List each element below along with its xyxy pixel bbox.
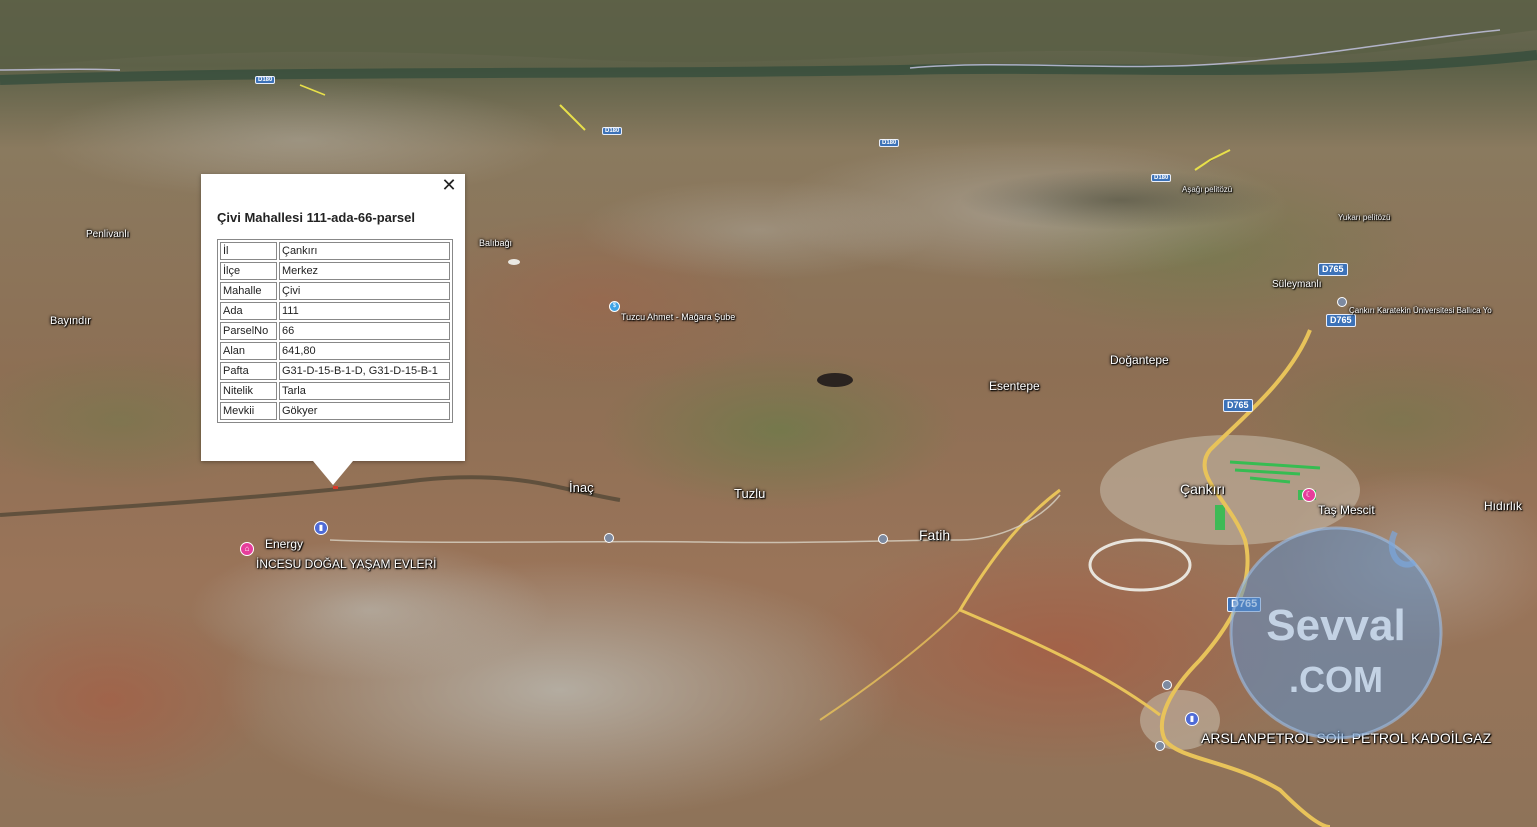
attribute-value: 641,80: [279, 342, 450, 360]
road-shield-d765: D765: [1326, 314, 1356, 327]
popup-title: Çivi Mahallesi 111-ada-66-parsel: [217, 210, 415, 225]
table-row: ParselNo 66: [220, 322, 450, 340]
parcel-info-popup: ✕ Çivi Mahallesi 111-ada-66-parsel İl Çan…: [201, 174, 465, 461]
attribute-key: Mevkii: [220, 402, 277, 420]
lodging-poi-icon[interactable]: ⌂: [240, 542, 254, 556]
road-shield-d180: D180: [879, 139, 900, 147]
place-marker-icon[interactable]: [878, 534, 888, 544]
gas-station-poi-icon[interactable]: ▮: [314, 521, 328, 535]
bank-poi-icon[interactable]: $: [609, 301, 620, 312]
attribute-value: Tarla: [279, 382, 450, 400]
place-label-suleymanli: Süleymanlı: [1272, 279, 1322, 290]
road-shield-d180: D180: [602, 127, 623, 135]
attribute-key: Pafta: [220, 362, 277, 380]
attribute-value: 111: [279, 302, 450, 320]
place-label-tuzlu: Tuzlu: [734, 486, 766, 501]
table-row: Mevkii Gökyer: [220, 402, 450, 420]
place-label-bayindir: Bayındır: [50, 315, 91, 327]
road-shield-d765: D765: [1318, 263, 1348, 276]
table-row: Ada 111: [220, 302, 450, 320]
place-marker-icon[interactable]: [1337, 297, 1347, 307]
place-label-esentepe: Esentepe: [989, 379, 1040, 393]
poi-label-tuzcu-ahmet: Tuzcu Ahmet - Mağara Şube: [621, 312, 736, 322]
place-label-yukari-pelitozu: Yukarı pelitözü: [1338, 213, 1391, 222]
table-row: Alan 641,80: [220, 342, 450, 360]
attribute-value: 66: [279, 322, 450, 340]
attribute-value: G31-D-15-B-1-D, G31-D-15-B-1: [279, 362, 450, 380]
attribute-value: Merkez: [279, 262, 450, 280]
place-label-dogantepe: Doğantepe: [1110, 353, 1169, 367]
place-label-cankiri: Çankırı: [1180, 481, 1226, 497]
attribute-key: Mahalle: [220, 282, 277, 300]
table-row: İlçe Merkez: [220, 262, 450, 280]
attribute-value: Çivi: [279, 282, 450, 300]
attribute-key: ParselNo: [220, 322, 277, 340]
attribute-key: Ada: [220, 302, 277, 320]
place-label-hidirlik: Hıdırlık: [1484, 499, 1523, 513]
attribute-value: Gökyer: [279, 402, 450, 420]
road-shield-d180: D180: [255, 76, 276, 84]
attribute-value: Çankırı: [279, 242, 450, 260]
close-icon[interactable]: ✕: [441, 177, 457, 195]
poi-label-university: Çankırı Karatekin Üniversitesi Ballıca Y…: [1349, 306, 1492, 315]
poi-label-incesu: İNCESU DOĞAL YAŞAM EVLERİ: [256, 557, 437, 571]
attribute-key: İl: [220, 242, 277, 260]
place-label-balibagi: Balıbağı: [479, 238, 513, 248]
place-marker-icon[interactable]: [1155, 741, 1165, 751]
attribute-key: Alan: [220, 342, 277, 360]
watermark-text-bottom: .COM: [1289, 659, 1383, 700]
place-marker-icon[interactable]: [1162, 680, 1172, 690]
watermark-text-top: Sevval: [1266, 601, 1405, 650]
parcel-attributes-table: İl Çankırı İlçe Merkez Mahalle Çivi Ada 111 Pars…: [217, 239, 453, 423]
place-label-asag-pelitozu: Aşağı pelitözü: [1182, 185, 1233, 194]
gas-station-poi-icon[interactable]: ▮: [1185, 712, 1199, 726]
table-row: Pafta G31-D-15-B-1-D, G31-D-15-B-1: [220, 362, 450, 380]
poi-label-energy: Energy: [265, 537, 304, 551]
road-shield-d765: D765: [1223, 399, 1253, 412]
table-row: İl Çankırı: [220, 242, 450, 260]
place-label-fatih: Fatih: [919, 527, 951, 543]
place-label-inac: İnaç: [569, 480, 594, 495]
attribute-key: Nitelik: [220, 382, 277, 400]
mosque-poi-icon[interactable]: ☾: [1302, 488, 1316, 502]
place-label-penlivanli: Penlivanlı: [86, 229, 130, 240]
table-row: Mahalle Çivi: [220, 282, 450, 300]
place-marker-icon[interactable]: [604, 533, 614, 543]
table-row: Nitelik Tarla: [220, 382, 450, 400]
road-shield-d180: D180: [1151, 174, 1172, 182]
popup-pointer: [313, 461, 353, 485]
attribute-key: İlçe: [220, 262, 277, 280]
poi-label-tas-mescit: Taş Mescit: [1318, 503, 1375, 517]
watermark-logo: Sevval .COM: [1229, 526, 1443, 740]
